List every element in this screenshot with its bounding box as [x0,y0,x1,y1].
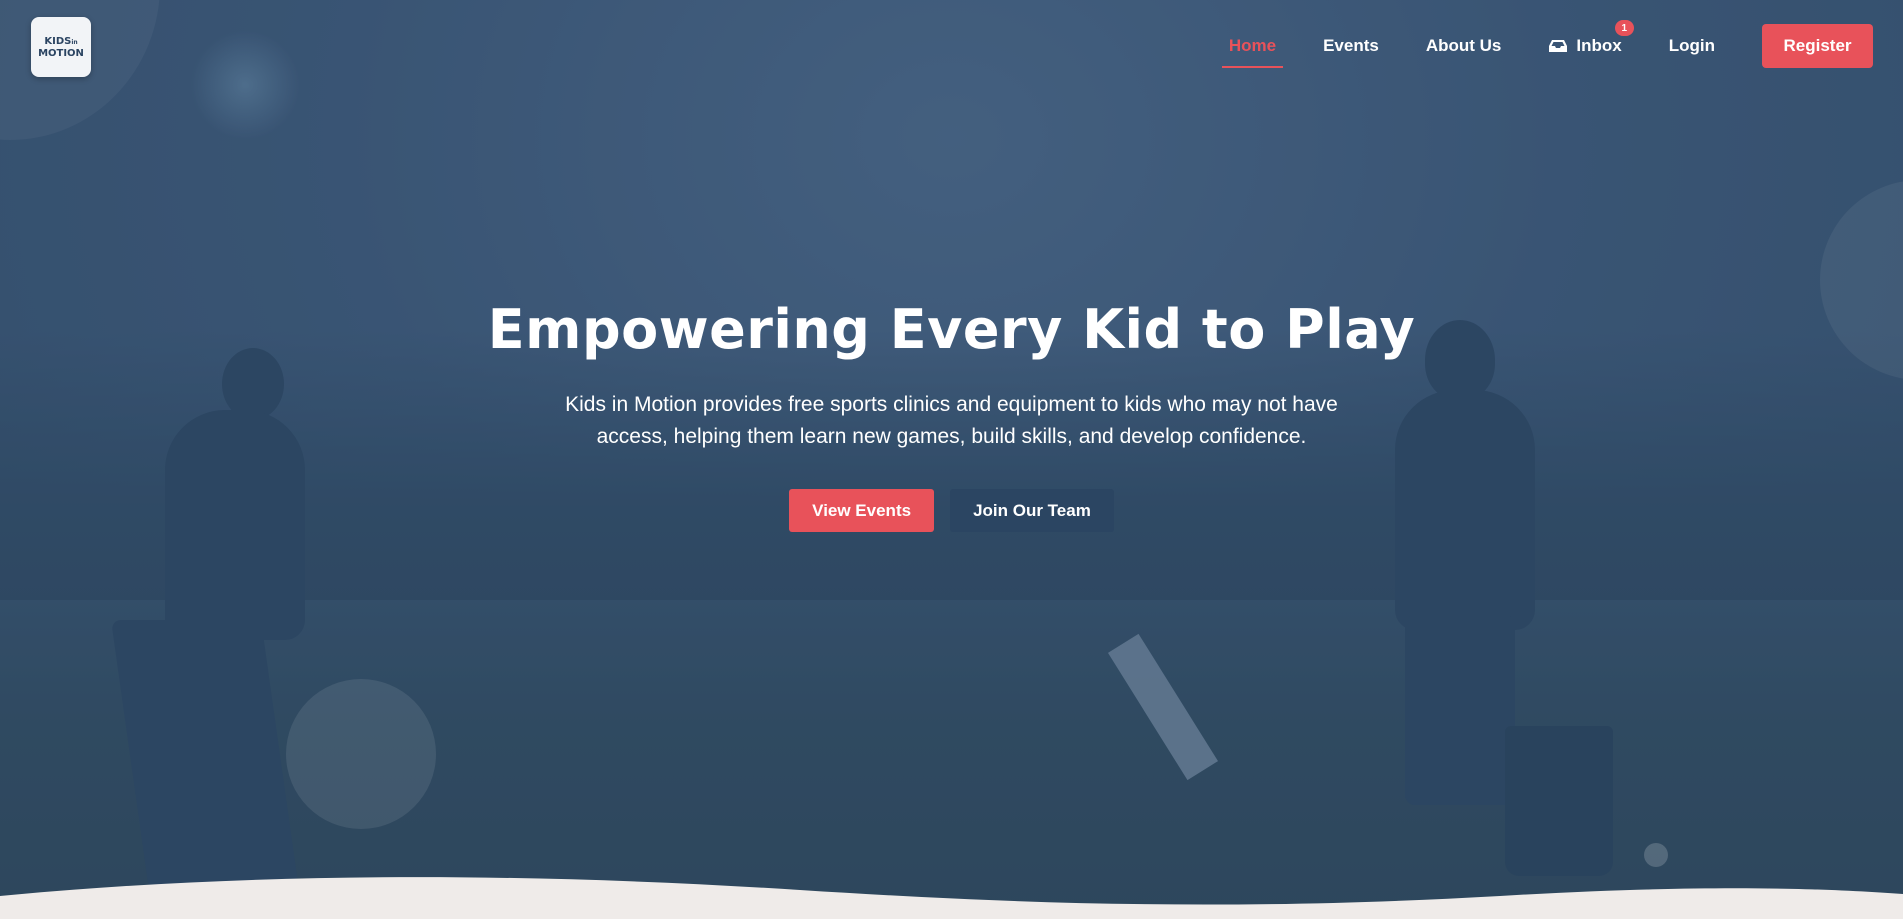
nav-item-label: Home [1228,36,1277,55]
nav-menu: Home Events About Us Inbox 1 Login Regis… [1221,20,1873,70]
register-button[interactable]: Register [1762,24,1873,68]
nav-item-label: About Us [1425,36,1502,55]
hero-subtext: Kids in Motion provides free sports clin… [565,393,1338,448]
nav-item-about-us[interactable]: About Us [1426,36,1502,56]
nav-item-inbox[interactable]: Inbox 1 [1548,20,1634,56]
nav-item-label: Login [1668,36,1715,55]
view-events-button[interactable]: View Events [789,489,935,532]
join-our-team-button[interactable]: Join Our Team [950,489,1114,532]
logo-text-kids: KIDSin [44,35,78,47]
nav-item-login[interactable]: Login [1669,36,1715,56]
top-navbar: KIDSin MOTION Home Events About Us Inbox… [0,0,1903,92]
nav-item-label: Events [1323,36,1379,55]
logo-text-motion: MOTION [38,47,84,59]
decorative-circle [1644,843,1668,867]
nav-item-label: Inbox [1576,36,1622,55]
inbox-icon [1549,40,1568,52]
hero-section: KIDSin MOTION Home Events About Us Inbox… [0,0,1903,919]
hero-content: Empowering Every Kid to Play Kids in Mot… [0,295,1903,532]
hero-headline: Empowering Every Kid to Play [487,298,1416,361]
decorative-circle [286,679,436,829]
brand-logo[interactable]: KIDSin MOTION [31,17,91,77]
nav-item-home[interactable]: Home [1221,36,1284,68]
inbox-badge: 1 [1614,20,1634,36]
nav-item-events[interactable]: Events [1323,36,1379,56]
bottom-wave-divider [0,877,1903,919]
hero-cta-group: View Events Join Our Team [0,489,1903,532]
